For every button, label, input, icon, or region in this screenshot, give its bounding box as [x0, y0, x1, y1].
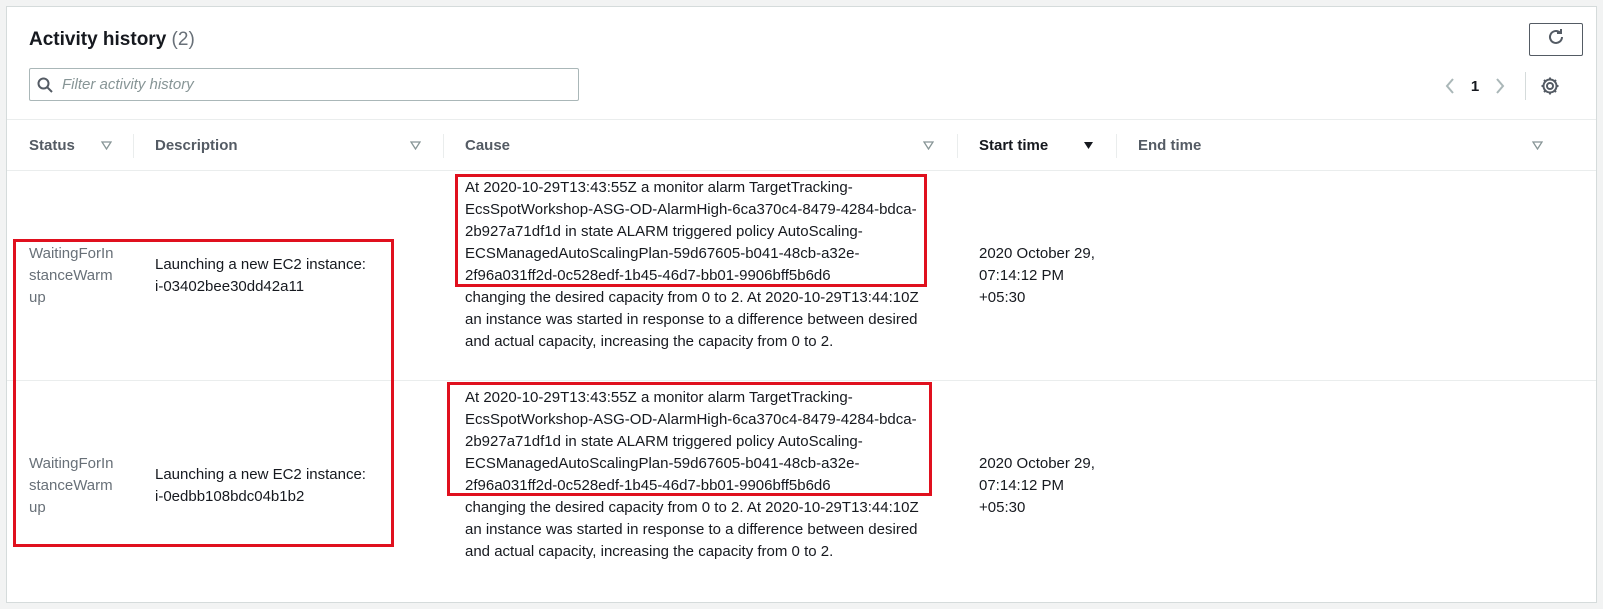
column-label: Start time [979, 136, 1049, 154]
caret-down-icon[interactable] [923, 120, 934, 170]
pagination: 1 [1437, 72, 1560, 100]
column-label: Description [155, 136, 238, 154]
pagination-divider [1525, 72, 1526, 100]
status-cell: WaitingForInstanceWarmup [29, 455, 114, 516]
caret-down-icon[interactable] [101, 120, 112, 170]
table-row[interactable]: WaitingForInstanceWarmup Launching a new… [7, 380, 1596, 602]
filter-activity-input[interactable] [60, 75, 578, 94]
column-header-end-time[interactable]: End time [1138, 120, 1201, 170]
cause-cell: At 2020-10-29T13:43:55Z a monitor alarm … [465, 387, 935, 563]
status-cell: WaitingForInstanceWarmup [29, 245, 114, 306]
table-header: Status Description Cause Start time End … [7, 119, 1596, 171]
column-divider[interactable] [443, 134, 444, 158]
column-divider[interactable] [133, 134, 134, 158]
column-header-status[interactable]: Status [29, 120, 75, 170]
cause-highlighted-text: At 2020-10-29T13:43:55Z a monitor alarm … [465, 389, 917, 494]
activity-count: (2) [171, 29, 195, 50]
caret-down-icon[interactable] [410, 120, 421, 170]
column-header-description[interactable]: Description [155, 120, 238, 170]
column-label: End time [1138, 136, 1202, 154]
cause-cell: At 2020-10-29T13:43:55Z a monitor alarm … [465, 177, 935, 353]
caret-down-icon[interactable] [1083, 120, 1094, 170]
current-page-number[interactable]: 1 [1463, 78, 1487, 95]
column-label: Cause [465, 136, 511, 154]
activity-history-panel: Activity history (2) 1 Status [6, 6, 1597, 603]
table-row[interactable]: WaitingForInstanceWarmup Launching a new… [7, 171, 1596, 380]
description-text: Launching a new EC2 instance: [155, 256, 366, 273]
title-text: Activity history [29, 29, 167, 50]
cause-highlighted-text: At 2020-10-29T13:43:55Z a monitor alarm … [465, 179, 917, 284]
gear-icon[interactable] [1540, 76, 1560, 96]
start-time-cell: 2020 October 29, 07:14:12 PM +05:30 [979, 245, 1095, 306]
column-header-start-time[interactable]: Start time [979, 120, 1048, 170]
search-icon [30, 77, 60, 93]
caret-down-icon[interactable] [1532, 120, 1543, 170]
column-label: Status [29, 136, 75, 154]
instance-id: i-0edbb108bdc04b1b2 [155, 488, 305, 505]
chevron-left-icon[interactable] [1437, 77, 1463, 95]
column-divider[interactable] [1116, 134, 1117, 158]
cause-remaining-text: changing the desired capacity from 0 to … [465, 289, 919, 350]
instance-id: i-03402bee30dd42a11 [155, 278, 305, 295]
start-time-cell: 2020 October 29, 07:14:12 PM +05:30 [979, 455, 1095, 516]
description-cell: Launching a new EC2 instance: i-03402bee… [155, 254, 385, 298]
refresh-icon [1547, 28, 1565, 51]
filter-search-box[interactable] [29, 68, 579, 101]
cause-remaining-text: changing the desired capacity from 0 to … [465, 499, 919, 560]
page-title: Activity history (2) [29, 29, 195, 51]
description-text: Launching a new EC2 instance: [155, 466, 366, 483]
description-cell: Launching a new EC2 instance: i-0edbb108… [155, 464, 385, 508]
refresh-button[interactable] [1529, 23, 1583, 56]
column-divider[interactable] [957, 134, 958, 158]
chevron-right-icon[interactable] [1487, 77, 1513, 95]
column-header-cause[interactable]: Cause [465, 120, 510, 170]
